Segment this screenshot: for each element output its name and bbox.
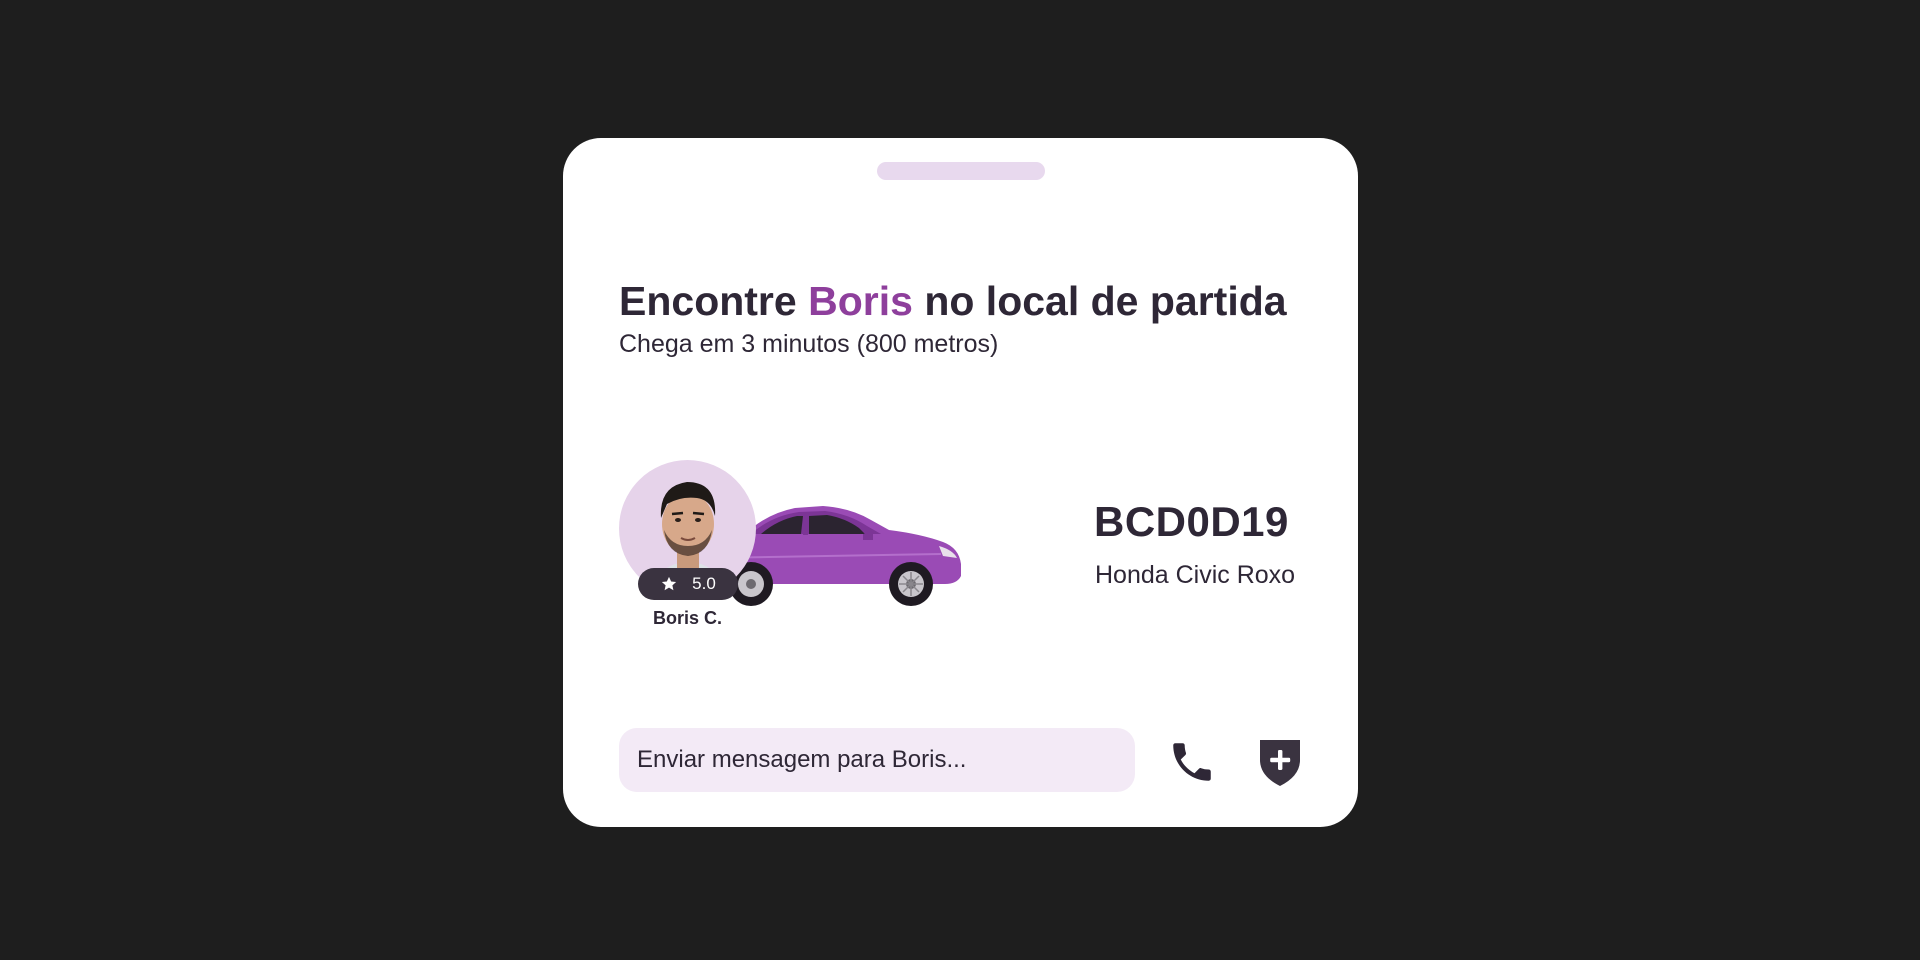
star-icon	[662, 576, 677, 591]
ride-card: Encontre Boris no local de partida Chega…	[563, 138, 1358, 827]
driver-name: Boris C.	[652, 608, 722, 628]
title-suffix: no local de partida	[924, 278, 1287, 324]
title-prefix: Encontre	[619, 278, 797, 324]
arrival-subtitle: Chega em 3 minutos (800 metros)	[619, 330, 999, 358]
call-button[interactable]	[1165, 735, 1219, 789]
driver-rating-badge: 5.0	[638, 568, 738, 600]
title-driver-name: Boris	[808, 278, 913, 324]
phone-icon	[1173, 743, 1211, 781]
shield-plus-icon	[1260, 740, 1300, 786]
rating-value: 5.0	[692, 574, 716, 593]
drag-handle[interactable]	[877, 162, 1045, 180]
safety-button[interactable]	[1253, 735, 1307, 789]
page-title: Encontre Boris no local de partida	[619, 278, 1287, 325]
vehicle-model: Honda Civic Roxo	[1095, 561, 1296, 589]
message-input[interactable]	[619, 728, 1135, 792]
license-plate: BCD0D19	[1094, 498, 1289, 545]
